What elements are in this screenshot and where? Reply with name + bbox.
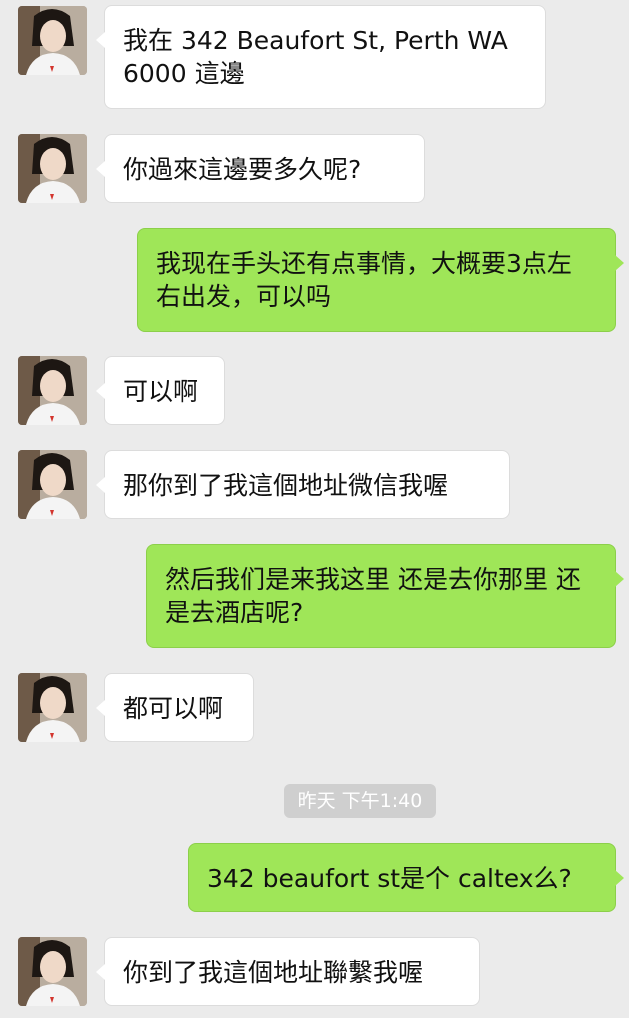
bubble-tail (96, 32, 105, 48)
contact-avatar[interactable] (18, 356, 87, 425)
contact-avatar[interactable] (18, 450, 87, 519)
timestamp-divider: 昨天 下午1:40 (284, 784, 436, 818)
message-bubble-incoming[interactable]: 都可以啊 (96, 673, 254, 742)
contact-avatar-icon (18, 6, 87, 75)
message-bubble-incoming[interactable]: 你到了我這個地址聯繫我喔 (96, 937, 480, 1006)
contact-avatar[interactable] (18, 134, 87, 203)
contact-avatar-icon (18, 134, 87, 203)
contact-avatar[interactable] (18, 6, 87, 75)
contact-avatar[interactable] (18, 673, 87, 742)
message-text: 可以啊 (123, 377, 199, 406)
bubble-tail (96, 161, 105, 177)
message-bubble-outgoing[interactable]: 342 beaufort st是个 caltex么? (188, 843, 624, 912)
message-bubble-outgoing[interactable]: 我现在手头还有点事情，大概要3点左右出发，可以吗 (137, 228, 624, 332)
message-bubble-incoming[interactable]: 那你到了我這個地址微信我喔 (96, 450, 510, 519)
bubble-tail (615, 870, 624, 886)
message-text: 然后我们是来我这里 还是去你那里 还是去酒店呢? (165, 565, 581, 627)
message-text: 我现在手头还有点事情，大概要3点左右出发，可以吗 (156, 249, 572, 311)
contact-avatar-icon (18, 450, 87, 519)
bubble-tail (96, 477, 105, 493)
contact-avatar-icon (18, 673, 87, 742)
bubble-tail (96, 964, 105, 980)
message-text: 你過來這邊要多久呢? (123, 155, 362, 184)
message-text: 那你到了我這個地址微信我喔 (123, 471, 449, 500)
message-bubble-incoming[interactable]: 我在 342 Beaufort St, Perth WA 6000 這邊 (96, 5, 546, 109)
message-text: 都可以啊 (123, 694, 224, 723)
bubble-tail (96, 383, 105, 399)
contact-avatar-icon (18, 937, 87, 1006)
message-bubble-incoming[interactable]: 可以啊 (96, 356, 225, 425)
message-bubble-outgoing[interactable]: 然后我们是来我这里 还是去你那里 还是去酒店呢? (146, 544, 624, 648)
bubble-tail (615, 571, 624, 587)
message-bubble-incoming[interactable]: 你過來這邊要多久呢? (96, 134, 425, 203)
message-text: 我在 342 Beaufort St, Perth WA 6000 這邊 (123, 26, 508, 88)
bubble-tail (96, 700, 105, 716)
bubble-tail (615, 255, 624, 271)
message-text: 你到了我這個地址聯繫我喔 (123, 958, 424, 987)
message-text: 342 beaufort st是个 caltex么? (207, 864, 572, 893)
contact-avatar-icon (18, 356, 87, 425)
contact-avatar[interactable] (18, 937, 87, 1006)
